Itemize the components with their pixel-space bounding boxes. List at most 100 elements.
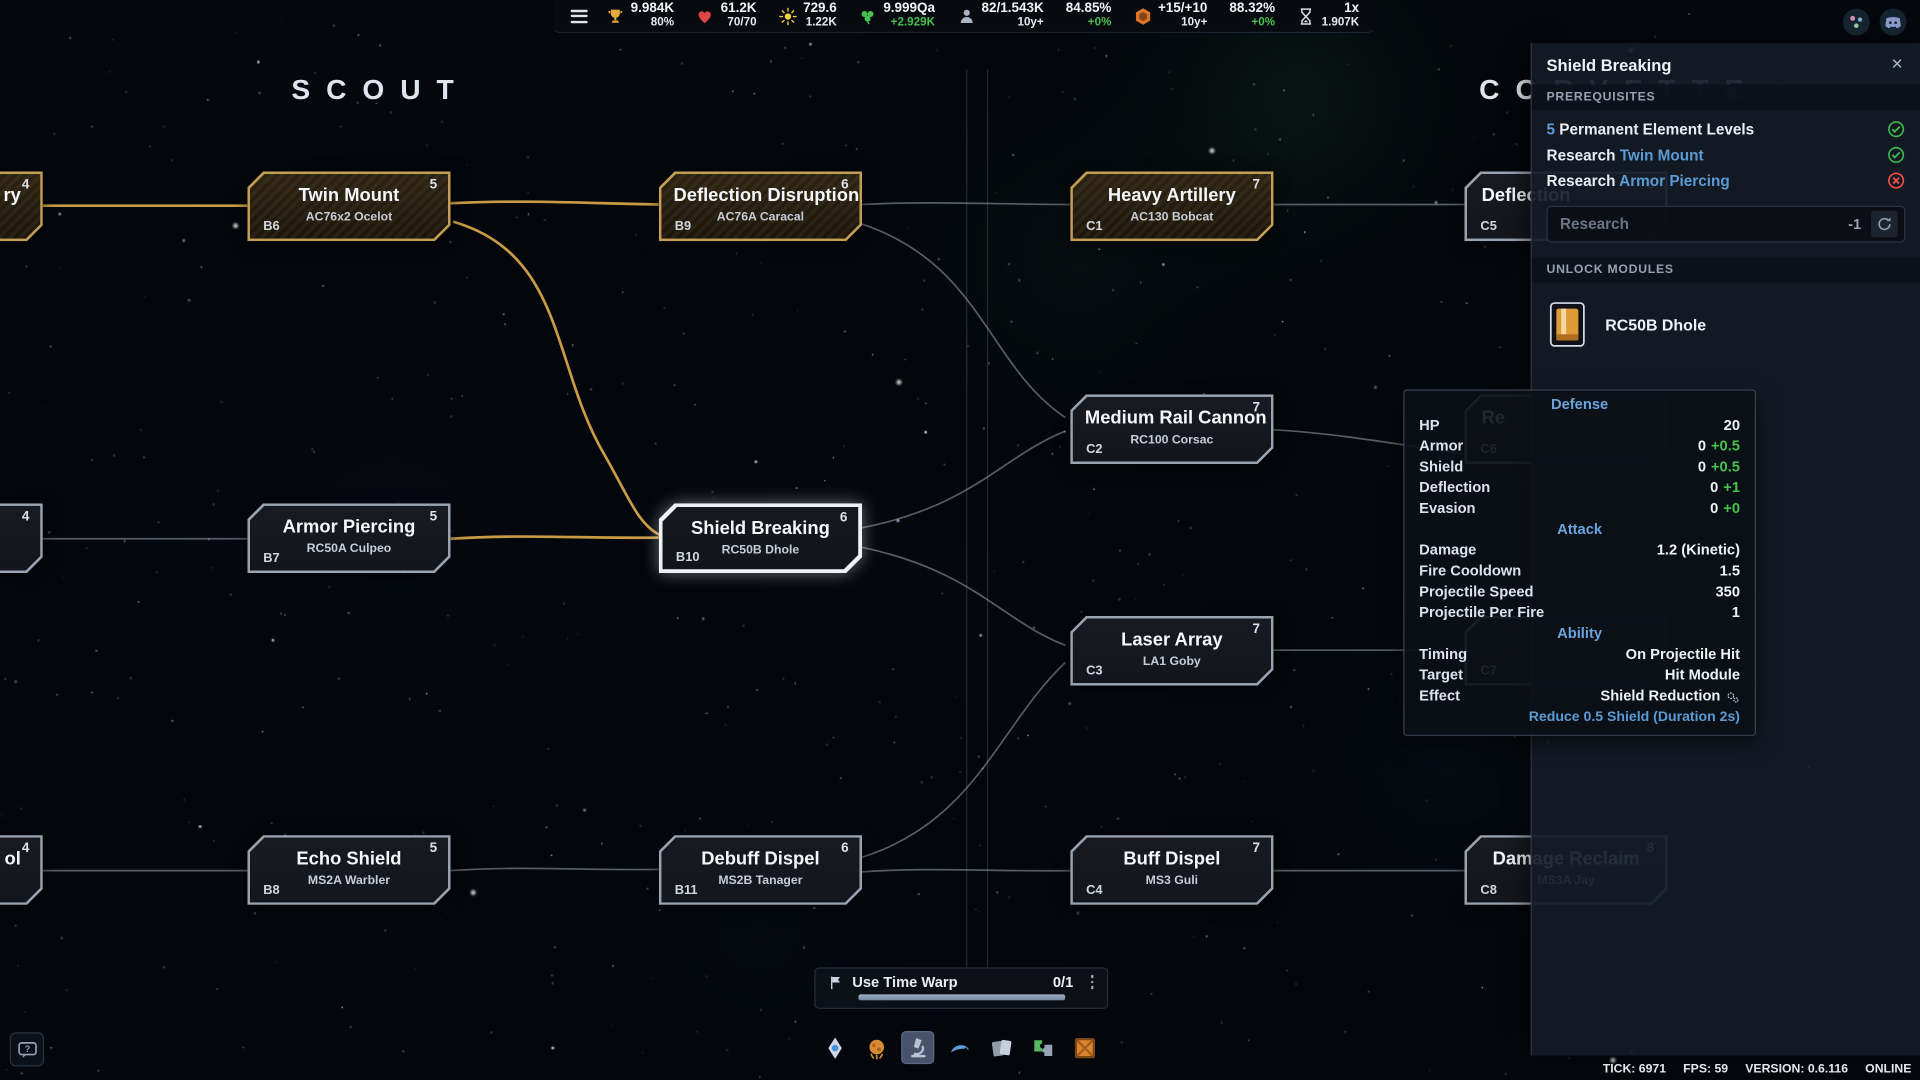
stat-value: 0+0.5 [1698, 457, 1740, 478]
hud-value: 9.984K [631, 2, 674, 17]
module-stats-tooltip: DefenseHP20Armor0+0.5Shield0+0.5Deflecti… [1403, 389, 1756, 736]
time-warp-widget[interactable]: Use Time Warp 0/1 [814, 967, 1108, 1009]
planets-tab-icon[interactable] [860, 1031, 893, 1064]
node-id: B6 [263, 219, 279, 234]
tech-node-echo-shield[interactable]: 5Echo ShieldMS2A WarblerB8 [247, 835, 450, 905]
prereq-link[interactable]: Armor Piercing [1619, 172, 1730, 189]
research-tab-icon[interactable] [901, 1031, 934, 1064]
crew-icon [957, 7, 975, 25]
node-title: Buff Dispel [1085, 849, 1259, 870]
tech-edge-gray [451, 868, 659, 870]
hud-stat-sun: 729.61.22K [779, 2, 837, 29]
node-body: 6Debuff DispelMS2B TanagerB11 [661, 838, 859, 903]
storage-tab-icon[interactable] [1068, 1031, 1101, 1064]
prereq-link[interactable]: Twin Mount [1620, 146, 1704, 163]
menu-icon[interactable] [568, 7, 590, 25]
stat-bonus: +1 [1723, 478, 1740, 499]
hud-subvalue: +0% [1252, 17, 1276, 30]
node-body: 4 [0, 506, 40, 571]
prereq-text: Permanent Element Levels [1559, 121, 1754, 138]
tech-node-armor-piercing[interactable]: 5Armor PiercingRC50A CulpeoB7 [247, 503, 450, 573]
prerequisite-row: Research Armor Piercing [1532, 168, 1920, 194]
tooltip-stat-row: Projectile Speed350 [1404, 582, 1754, 603]
tech-node-debuff-dispel[interactable]: 6Debuff DispelMS2B TanagerB11 [659, 835, 862, 905]
hud-values: 88.32%+0% [1229, 2, 1275, 29]
stat-value: 0+0.5 [1698, 436, 1740, 457]
theme-icon[interactable] [1842, 7, 1871, 36]
tooltip-stat-row: Evasion0+0 [1404, 498, 1754, 519]
tech-node-partial-top[interactable]: 4ry [0, 171, 43, 241]
kebab-menu-icon[interactable] [1087, 974, 1097, 991]
node-title: ry [0, 185, 21, 206]
tech-edge-gold [451, 537, 659, 539]
stat-label: Projectile Speed [1419, 582, 1533, 603]
node-id: B9 [675, 219, 691, 234]
stat-label: HP [1419, 415, 1439, 436]
tech-node-deflection-disruption[interactable]: 6Deflection DisruptionAC76A CaracalB9 [659, 171, 862, 241]
tech-node-shield-breaking[interactable]: 6Shield BreakingRC50B DholeB10 [659, 503, 862, 573]
section-divider [966, 70, 967, 971]
stat-bonus: +0.5 [1711, 436, 1740, 457]
module-name: RC50B Dhole [1605, 315, 1706, 333]
hud-value: 88.32% [1229, 2, 1275, 17]
prerequisite-label: Research Twin Mount [1547, 146, 1704, 163]
cards-tab-icon[interactable] [984, 1031, 1017, 1064]
node-body: 7Buff DispelMS3 GuliC4 [1073, 838, 1271, 903]
hud-values: 729.61.22K [803, 2, 837, 29]
hud-values: 9.999Qa+2.929K [883, 2, 935, 29]
tooltip-body: DefenseHP20Armor0+0.5Shield0+0.5Deflecti… [1404, 394, 1754, 706]
node-level: 4 [22, 841, 30, 856]
tooltip-stat-row: Armor0+0.5 [1404, 436, 1754, 457]
bottom-toolbar [818, 1031, 1101, 1064]
tech-node-medium-rail-cannon[interactable]: 7Medium Rail CannonRC100 CorsacC2 [1070, 394, 1273, 464]
tech-node-twin-mount[interactable]: 5Twin MountAC76x2 OcelotB6 [247, 171, 450, 241]
tech-node-partial-middle[interactable]: 4 [0, 503, 43, 573]
stat-value: 20 [1724, 415, 1740, 436]
stat-value: 1 [1732, 602, 1740, 623]
hourglass-icon [1297, 7, 1315, 25]
tech-edge-gray [862, 547, 1065, 645]
node-level: 4 [22, 509, 30, 524]
feedback-button[interactable]: ? [10, 1032, 44, 1066]
tech-node-heavy-artillery[interactable]: 7Heavy ArtilleryAC130 BobcatC1 [1070, 171, 1273, 241]
hud-value: 82/1.543K [982, 2, 1044, 17]
node-subtitle: LA1 Goby [1082, 655, 1261, 668]
tech-edge-gray [862, 431, 1065, 528]
stat-label: Target [1419, 665, 1463, 686]
prerequisite-label: 5 Permanent Element Levels [1547, 121, 1755, 138]
status-bar: TICK: 6971 FPS: 59 VERSION: 0.6.116 ONLI… [1603, 1063, 1912, 1076]
tooltip-stat-row: Projectile Per Fire1 [1404, 602, 1754, 623]
hud-value: +15/+10 [1158, 2, 1207, 17]
node-level: 4 [22, 178, 30, 193]
tech-node-laser-array[interactable]: 7Laser ArrayLA1 GobyC3 [1070, 616, 1273, 686]
fps-counter: FPS: 59 [1683, 1063, 1728, 1076]
fleet-tab-icon[interactable] [818, 1031, 851, 1064]
node-title: Armor Piercing [262, 517, 436, 538]
trophy-icon [606, 7, 624, 25]
flag-icon [828, 974, 844, 990]
tech-edge-gray [862, 662, 1065, 857]
tooltip-stat-row: Deflection0+1 [1404, 478, 1754, 499]
prereq-link[interactable]: 5 [1547, 121, 1560, 138]
missions-tab-icon[interactable] [943, 1031, 976, 1064]
x-circle-icon [1887, 171, 1905, 189]
research-button[interactable]: Research -1 [1547, 206, 1906, 243]
stat-value: 0+1 [1710, 478, 1740, 499]
node-body: 7Medium Rail CannonRC100 CorsacC2 [1073, 397, 1271, 462]
discord-icon[interactable] [1878, 7, 1907, 36]
close-icon[interactable]: × [1889, 55, 1905, 75]
tech-node-partial-bottom[interactable]: 4ol [0, 835, 43, 905]
unlock-module-row[interactable]: RC50B Dhole [1532, 283, 1920, 366]
time-warp-count: 0/1 [1053, 973, 1073, 990]
tech-node-buff-dispel[interactable]: 7Buff DispelMS3 GuliC4 [1070, 835, 1273, 905]
node-title: Heavy Artillery [1085, 185, 1259, 206]
module-icon [1547, 300, 1589, 349]
node-body: 4ry [0, 174, 40, 239]
node-body: 4ol [0, 838, 40, 903]
time-warp-progress [858, 994, 1065, 1000]
hud-values: 84.85%+0% [1066, 2, 1112, 29]
modules-tab-icon[interactable] [1026, 1031, 1059, 1064]
auto-research-icon[interactable] [1871, 211, 1898, 238]
node-subtitle: AC76A Caracal [671, 211, 850, 224]
node-subtitle: AC130 Bobcat [1082, 211, 1261, 224]
